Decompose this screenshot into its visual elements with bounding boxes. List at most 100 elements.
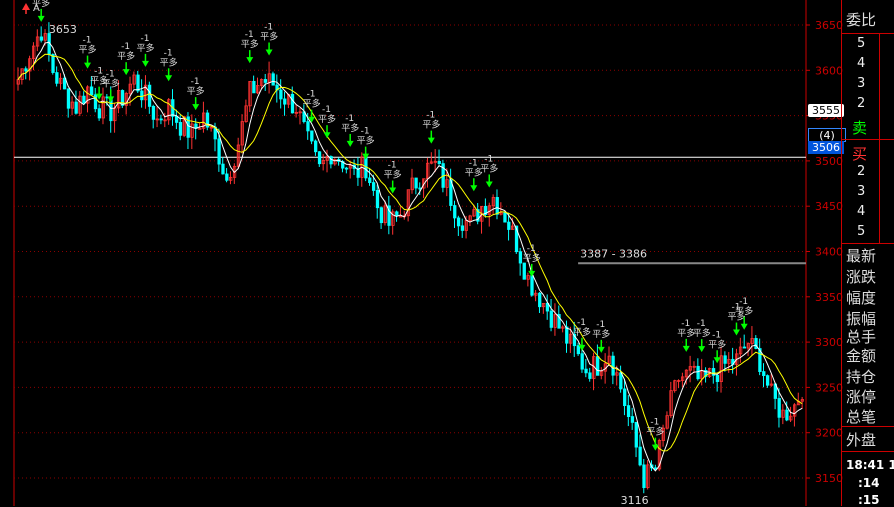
- candle-body: [638, 446, 642, 466]
- candle-body: [538, 292, 542, 308]
- signal-arrow-icon: [192, 104, 200, 111]
- bid-level: 3: [857, 184, 866, 199]
- signal-label: -1: [650, 418, 659, 428]
- signal-label: 平多: [102, 77, 120, 89]
- signal-arrow-icon: [265, 49, 273, 56]
- signal-label: -1: [191, 77, 200, 87]
- candle-body: [55, 72, 59, 84]
- signal-label: -1: [739, 297, 748, 307]
- candle-body: [97, 108, 102, 119]
- candle-body: [279, 89, 283, 100]
- stat-label: 总手: [846, 328, 877, 346]
- signal-arrow-icon: [682, 345, 690, 352]
- signal-arrow-icon: [427, 137, 435, 144]
- time-label: :14: [858, 476, 880, 490]
- signal-label: 平多: [303, 98, 321, 110]
- signal-label: -1: [469, 158, 478, 168]
- signal-arrow-icon: [732, 329, 740, 336]
- candle-body: [379, 207, 383, 224]
- signal-arrow-icon: [323, 132, 331, 139]
- signal-label: -1: [426, 111, 435, 121]
- candle-body: [74, 101, 78, 114]
- stat-label: 涨跌: [846, 268, 877, 286]
- signal-arrow-icon: [107, 96, 115, 103]
- candle-body: [159, 118, 163, 121]
- signal-label: -1: [596, 320, 605, 330]
- candle-body: [503, 212, 507, 223]
- stat-label: 持仓: [846, 368, 877, 386]
- candle-body: [371, 182, 376, 191]
- y-tick-label: 3200: [815, 427, 843, 440]
- stat-label: 金额: [846, 347, 877, 365]
- current-price-tag: 3555: [808, 104, 844, 117]
- stat-label: 外盘: [846, 431, 877, 449]
- signal-label: 平多: [693, 327, 711, 339]
- signal-label: -1: [345, 114, 354, 124]
- candle-body: [290, 93, 295, 114]
- candle-body: [395, 211, 399, 217]
- price-axis: 3150320032503300335034003450350035503600…: [806, 19, 843, 485]
- signal-label: -1: [484, 154, 493, 164]
- candle-body: [576, 345, 580, 355]
- signal-label: 平多: [260, 30, 278, 42]
- signal-arrow-icon: [165, 75, 173, 82]
- candle-body: [723, 355, 727, 364]
- signal-label: -1: [322, 105, 331, 115]
- signal-label: -1: [94, 67, 103, 77]
- signal-label: -1: [164, 48, 173, 58]
- top-marker: A: [33, 3, 40, 14]
- y-tick-label: 3500: [815, 155, 843, 168]
- candle-body: [530, 275, 534, 296]
- y-tick-label: 3450: [815, 200, 843, 213]
- signal-arrow-icon: [651, 444, 659, 451]
- candle-body: [66, 88, 71, 109]
- candle-body: [522, 262, 526, 280]
- high-label: 3653: [49, 23, 77, 36]
- candle-body: [762, 371, 766, 377]
- buy-label: 买: [852, 145, 868, 163]
- sell-label: 卖: [852, 119, 868, 137]
- candle-body: [495, 197, 499, 215]
- candle-body: [310, 130, 314, 142]
- y-tick-label: 3350: [815, 291, 843, 304]
- candle-body: [456, 217, 461, 227]
- ma-line: [17, 53, 803, 452]
- lower-price-tag: 3506: [808, 141, 844, 154]
- stat-label: 最新: [846, 247, 877, 265]
- candle-body: [596, 356, 600, 376]
- candle-body: [136, 74, 140, 92]
- kline-chart[interactable]: -1平多-1平多-1平多-1平多-1平多-1平多-1平多-1平多-1平多-1平多…: [0, 0, 894, 506]
- candlesticks: [16, 22, 805, 494]
- signal-label: -1: [697, 319, 706, 329]
- signal-label: 平多: [735, 305, 753, 317]
- candle-body: [453, 205, 457, 219]
- candle-body: [414, 177, 418, 189]
- signal-label: -1: [712, 330, 721, 340]
- signal-label: 平多: [341, 122, 359, 134]
- y-tick-label: 3250: [815, 381, 843, 394]
- candle-body: [777, 398, 781, 418]
- candle-body: [765, 375, 770, 386]
- signal-label: -1: [388, 161, 397, 171]
- candle-body: [314, 140, 318, 153]
- signal-label: 平多: [422, 119, 440, 131]
- signal-label: 平多: [187, 85, 205, 97]
- candle-body: [549, 310, 553, 328]
- candle-body: [785, 409, 789, 421]
- candle-body: [317, 151, 322, 165]
- candle-body: [89, 86, 94, 96]
- bid-level: 5: [857, 224, 866, 239]
- candle-body: [147, 84, 152, 107]
- candle-body: [460, 225, 465, 231]
- candle-body: [518, 251, 523, 264]
- quote-panel: 委比 5 4 3 2 卖 买 2 3 4 5 最新 涨跌 幅度 振幅 总手 金额…: [841, 0, 894, 507]
- ask-level: 5: [857, 36, 866, 51]
- time-label: 18:41 14: [846, 458, 894, 472]
- signal-label: 平多: [592, 328, 610, 340]
- signal-arrow-icon: [84, 62, 92, 69]
- candle-body: [82, 95, 86, 104]
- candle-body: [642, 464, 646, 489]
- signal-label: 平多: [708, 338, 726, 350]
- y-tick-label: 3300: [815, 336, 843, 349]
- candle-body: [619, 372, 623, 390]
